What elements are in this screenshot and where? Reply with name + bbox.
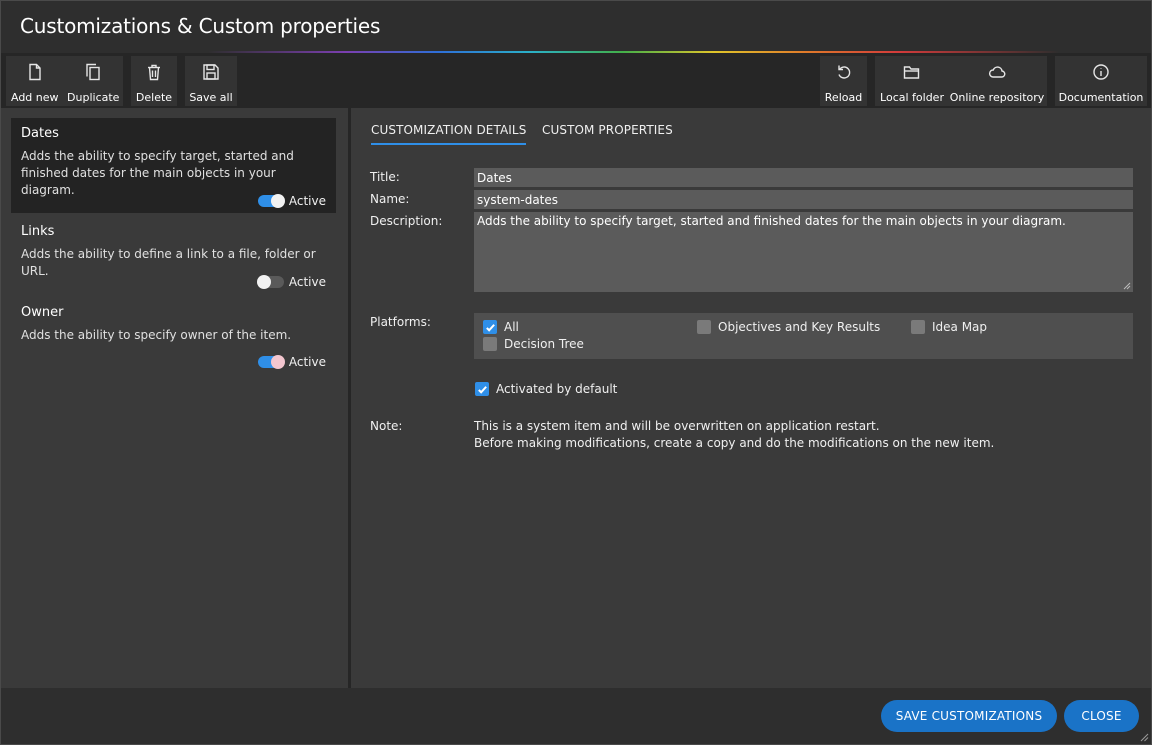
platform-label: Decision Tree bbox=[504, 337, 584, 351]
platforms-label: Platforms: bbox=[370, 315, 431, 329]
active-toggle-row: Active bbox=[257, 194, 326, 208]
list-item-links[interactable]: Links Adds the ability to define a link … bbox=[11, 216, 336, 292]
activated-by-default-checkbox[interactable]: Activated by default bbox=[475, 382, 617, 396]
trash-icon bbox=[144, 62, 164, 82]
checkbox-unchecked-icon bbox=[697, 320, 711, 334]
customizations-dialog: Customizations & Custom properties Add n… bbox=[0, 0, 1152, 745]
activated-by-default-label: Activated by default bbox=[496, 382, 618, 396]
documentation-label: Documentation bbox=[1058, 91, 1144, 104]
active-label: Active bbox=[288, 194, 326, 208]
save-customizations-button[interactable]: SAVE CUSTOMIZATIONS bbox=[881, 700, 1057, 732]
online-repository-button[interactable]: Online repository bbox=[950, 56, 1044, 104]
description-textarea[interactable]: Adds the ability to specify target, star… bbox=[474, 212, 1133, 292]
details-pane: CUSTOMIZATION DETAILS CUSTOM PROPERTIES … bbox=[351, 108, 1151, 688]
platform-checkbox-all[interactable]: All bbox=[483, 320, 519, 334]
name-label: Name: bbox=[370, 192, 410, 206]
local-folder-button[interactable]: Local folder bbox=[878, 56, 946, 104]
description-label: Description: bbox=[370, 214, 443, 228]
save-all-label: Save all bbox=[189, 91, 233, 104]
checkbox-unchecked-icon bbox=[911, 320, 925, 334]
copy-icon bbox=[83, 62, 103, 82]
toolbar-file-group: Add new Duplicate bbox=[6, 56, 123, 106]
folder-icon bbox=[902, 62, 922, 82]
note-text: This is a system item and will be overwr… bbox=[474, 418, 994, 452]
name-input[interactable] bbox=[474, 190, 1133, 209]
platform-checkbox-decision-tree[interactable]: Decision Tree bbox=[483, 337, 584, 351]
add-new-label: Add new bbox=[10, 91, 59, 104]
dialog-title: Customizations & Custom properties bbox=[20, 14, 381, 38]
active-toggle[interactable] bbox=[256, 275, 284, 289]
window-resize-grip-icon[interactable] bbox=[1140, 733, 1149, 742]
duplicate-button[interactable]: Duplicate bbox=[64, 56, 122, 104]
reload-button[interactable]: Reload bbox=[820, 56, 867, 106]
list-item-title: Links bbox=[21, 224, 55, 239]
tab-customization-details[interactable]: CUSTOMIZATION DETAILS bbox=[371, 123, 527, 145]
delete-button[interactable]: Delete bbox=[131, 56, 177, 106]
checkbox-checked-icon bbox=[483, 320, 497, 334]
active-toggle-row: Active bbox=[257, 355, 326, 369]
toolbar-right-group: Reload Local folder Online repository Do… bbox=[820, 56, 1147, 106]
list-item-title: Dates bbox=[21, 126, 59, 141]
platform-label: All bbox=[504, 320, 519, 334]
active-toggle[interactable] bbox=[257, 355, 285, 369]
list-item-title: Owner bbox=[21, 305, 64, 320]
reload-label: Reload bbox=[824, 91, 863, 104]
online-repository-label: Online repository bbox=[949, 91, 1045, 104]
title-bar: Customizations & Custom properties bbox=[1, 1, 1151, 53]
platform-checkbox-okr[interactable]: Objectives and Key Results bbox=[697, 320, 880, 334]
toolbar-left-group: Add new Duplicate Delete Save all bbox=[6, 56, 237, 106]
add-new-button[interactable]: Add new bbox=[7, 56, 63, 104]
list-item-description: Adds the ability to specify target, star… bbox=[21, 149, 294, 197]
file-icon bbox=[25, 62, 45, 82]
active-label: Active bbox=[288, 355, 326, 369]
note-line-1: This is a system item and will be overwr… bbox=[474, 419, 880, 433]
active-label: Active bbox=[288, 275, 326, 289]
toolbar: Add new Duplicate Delete Save all Reload… bbox=[1, 53, 1151, 108]
dialog-footer: SAVE CUSTOMIZATIONS CLOSE bbox=[1, 688, 1151, 744]
platform-label: Idea Map bbox=[932, 320, 988, 334]
list-item-owner[interactable]: Owner Adds the ability to specify owner … bbox=[11, 297, 336, 373]
platforms-group: All Objectives and Key Results Idea Map … bbox=[474, 313, 1133, 359]
reload-icon bbox=[834, 62, 854, 82]
active-toggle-row: Active bbox=[256, 275, 326, 289]
local-folder-label: Local folder bbox=[880, 91, 944, 104]
close-button[interactable]: CLOSE bbox=[1064, 700, 1139, 732]
active-toggle[interactable] bbox=[257, 194, 285, 208]
tab-custom-properties[interactable]: CUSTOM PROPERTIES bbox=[542, 123, 673, 137]
cloud-icon bbox=[987, 62, 1007, 82]
note-label: Note: bbox=[370, 419, 403, 433]
save-all-button[interactable]: Save all bbox=[185, 56, 237, 106]
info-icon bbox=[1091, 62, 1111, 82]
platform-label: Objectives and Key Results bbox=[718, 320, 881, 334]
platform-checkbox-idea-map[interactable]: Idea Map bbox=[911, 320, 987, 334]
checkbox-unchecked-icon bbox=[483, 337, 497, 351]
floppy-icon bbox=[201, 62, 221, 82]
checkbox-checked-icon bbox=[475, 382, 489, 396]
title-input[interactable] bbox=[474, 168, 1133, 187]
documentation-button[interactable]: Documentation bbox=[1055, 56, 1147, 106]
title-label: Title: bbox=[370, 170, 400, 184]
list-item-dates[interactable]: Dates Adds the ability to specify target… bbox=[11, 118, 336, 213]
customizations-list: Dates Adds the ability to specify target… bbox=[1, 108, 348, 688]
resize-grip-icon[interactable] bbox=[1123, 282, 1131, 290]
toolbar-sources-group: Local folder Online repository bbox=[875, 56, 1047, 106]
list-item-description: Adds the ability to specify owner of the… bbox=[21, 328, 292, 342]
duplicate-label: Duplicate bbox=[67, 91, 120, 104]
note-line-2: Before making modifications, create a co… bbox=[474, 436, 995, 450]
delete-label: Delete bbox=[135, 91, 173, 104]
